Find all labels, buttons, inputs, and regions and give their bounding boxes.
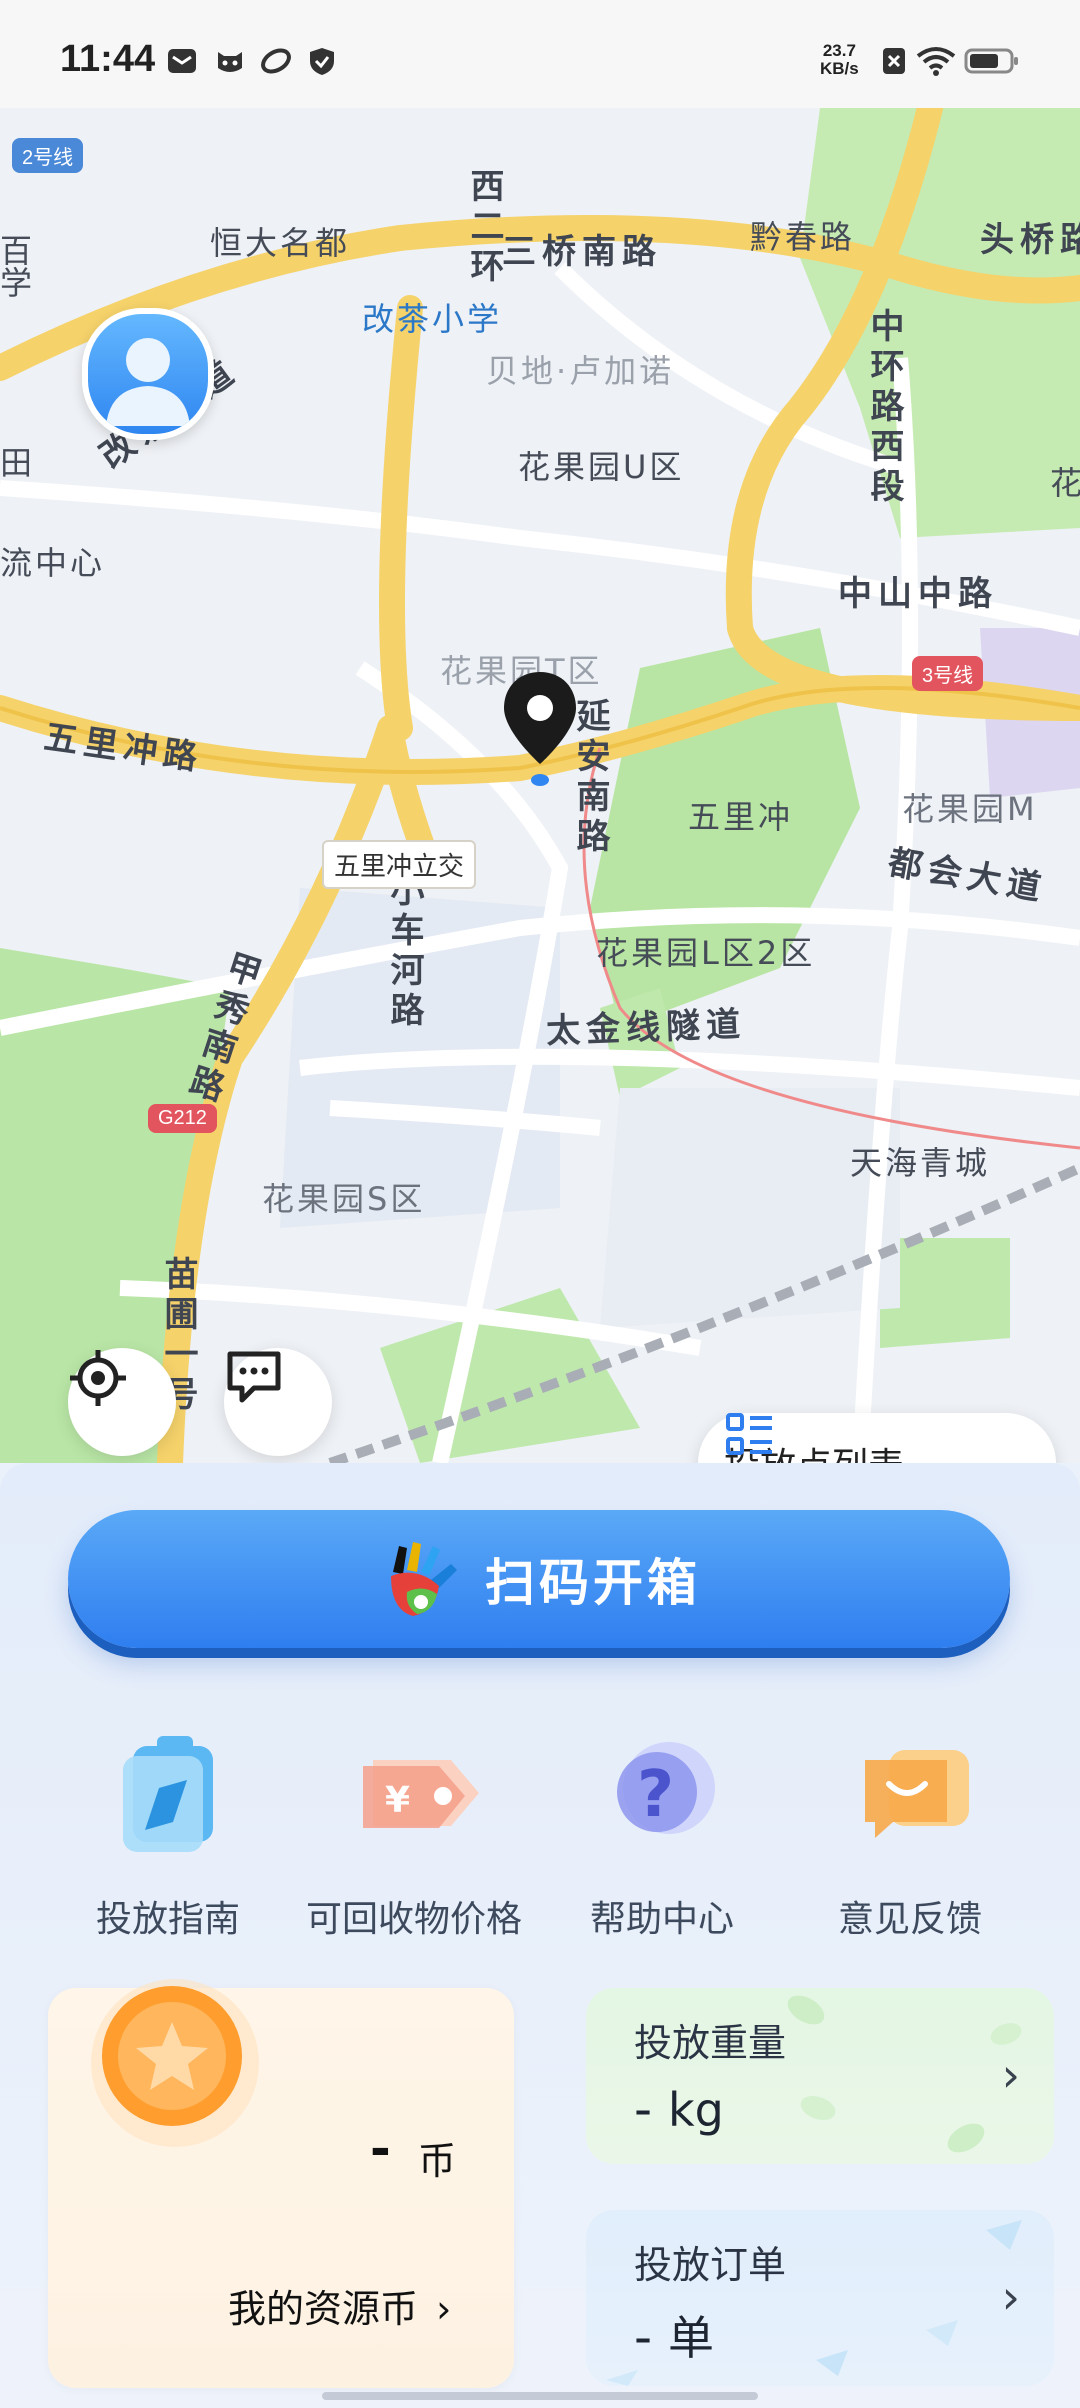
- colorful-hand-icon: [391, 1542, 457, 1616]
- road-label-sanqiao: 三桥南路: [502, 232, 662, 272]
- price-tag-icon: ¥: [363, 1760, 479, 1828]
- drop-orders-value: -: [634, 2308, 653, 2366]
- chevron-right-icon: ›: [436, 2287, 452, 2331]
- road-label-xiaochehe: 小车河路: [384, 872, 424, 1032]
- quick-action-feedback[interactable]: 意见反馈: [790, 1718, 1030, 1942]
- status-bar: 11:44 23.7 KB/s: [0, 0, 1080, 108]
- map-label-edge-left2: 学: [0, 264, 36, 302]
- quick-action-label: 投放指南: [95, 1899, 240, 1940]
- scan-open-box-label: 扫码开箱: [485, 1554, 701, 1612]
- drop-weight-value: -: [634, 2080, 653, 2138]
- drop-orders-unit: 单: [667, 2311, 714, 2365]
- map-poi-tianhai: 天海青城: [850, 1144, 991, 1182]
- feedback-bubble-icon: [865, 1750, 969, 1838]
- map-poi-gaicha-school: 改茶小学: [362, 300, 503, 338]
- crosshair-icon: [70, 1350, 126, 1406]
- no-sim-icon: [883, 48, 905, 74]
- my-coin-label: 我的资源币: [228, 2287, 419, 2331]
- map-poi-liu-center: 流中心: [0, 544, 106, 582]
- road-label-touqiao: 头桥路: [980, 220, 1080, 260]
- metro-line-3-badge: 3号线: [912, 656, 984, 691]
- quick-action-help-center[interactable]: ? 帮助中心: [542, 1718, 782, 1942]
- drop-orders-card[interactable]: 投放订单 - 单 ›: [586, 2210, 1054, 2386]
- star-coin-icon: [91, 1979, 259, 2147]
- network-speed: 23.7 KB/s: [820, 42, 859, 78]
- wifi-icon: [916, 47, 956, 76]
- network-speed-unit: KB/s: [820, 59, 859, 78]
- map-poi-beidi: 贝地·卢加诺: [486, 352, 675, 390]
- shield-icon: [310, 48, 334, 75]
- coin-value: -: [370, 2120, 391, 2178]
- highway-g212-badge: G212: [148, 1104, 217, 1133]
- map-poi-huaguoyuan-u: 花果园U区: [518, 448, 685, 486]
- map-poi-huaguoyuan-s: 花果园S区: [262, 1180, 426, 1218]
- chat-bubble-icon: [227, 1351, 281, 1403]
- mail-icon: [168, 49, 196, 73]
- leaf-icon: [261, 48, 291, 74]
- drop-orders-value-row: - 单: [634, 2302, 714, 2368]
- coin-unit: 币: [418, 2139, 457, 2183]
- resource-coin-card[interactable]: - 币 我的资源币 ›: [48, 1979, 514, 2388]
- map-view[interactable]: 2号线 3号线 G212 百 学 恒大名都 改茶小学 贝地·卢加诺 花果园U区 …: [0, 108, 1080, 1463]
- quick-action-label: 意见反馈: [837, 1899, 982, 1940]
- drop-weight-title: 投放重量: [634, 2021, 787, 2065]
- drop-weight-card[interactable]: 投放重量 - kg ›: [586, 1988, 1054, 2164]
- question-mark-icon: ?: [617, 1742, 715, 1834]
- map-poi-qianchun: 黔春路: [750, 218, 856, 256]
- drop-orders-title: 投放订单: [634, 2243, 787, 2287]
- quick-action-label: 可回收物价格: [305, 1899, 522, 1940]
- user-avatar[interactable]: [82, 308, 214, 440]
- svg-text:¥: ¥: [385, 1780, 410, 1821]
- quick-action-drop-guide[interactable]: 投放指南: [48, 1718, 288, 1942]
- cat-face-icon: [218, 52, 242, 72]
- home-indicator[interactable]: [322, 2392, 758, 2400]
- my-coin-link[interactable]: 我的资源币 ›: [228, 2278, 451, 2333]
- metro-line-2-badge: 2号线: [12, 138, 84, 173]
- map-poi-wulichong-station: 五里冲: [688, 798, 794, 836]
- quick-action-label: 帮助中心: [589, 1899, 734, 1940]
- drop-point-list-button[interactable]: 投放点列表: [698, 1413, 1056, 1463]
- location-pin-icon: [504, 672, 576, 786]
- person-icon: [106, 338, 190, 426]
- locate-button[interactable]: [68, 1348, 176, 1456]
- drop-weight-value-row: - kg: [634, 2080, 724, 2138]
- map-label-edge-hua: 花: [1050, 464, 1080, 502]
- network-speed-value: 23.7: [822, 41, 856, 60]
- message-button[interactable]: [224, 1348, 332, 1456]
- drop-weight-unit: kg: [667, 2083, 724, 2137]
- list-icon: [726, 1413, 772, 1455]
- map-poi-huaguoyuan-m: 花果园M: [902, 790, 1038, 828]
- status-time: 11:44: [60, 38, 156, 80]
- road-label-taijin: 太金线隧道: [545, 1004, 747, 1052]
- road-label-zhonghuan: 中环路西段: [864, 308, 904, 508]
- intersection-label: 五里冲立交: [322, 840, 477, 889]
- road-label-zhongshan: 中山中路: [838, 574, 998, 614]
- svg-text:?: ?: [637, 1758, 674, 1832]
- battery-icon: [964, 48, 1018, 74]
- map-poi-hengda: 恒大名都: [210, 224, 351, 262]
- chevron-right-icon: ›: [1001, 2270, 1020, 2324]
- quick-action-recyclable-price[interactable]: ¥ 可回收物价格: [294, 1718, 534, 1942]
- chevron-right-icon: ›: [1001, 2048, 1020, 2102]
- map-poi-huaguoyuan-l2: 花果园L区2区: [596, 934, 816, 972]
- map-label-edge-tian: 田: [0, 444, 36, 482]
- scan-open-box-button[interactable]: 扫码开箱: [68, 1510, 1010, 1648]
- guide-book-icon: [123, 1736, 213, 1852]
